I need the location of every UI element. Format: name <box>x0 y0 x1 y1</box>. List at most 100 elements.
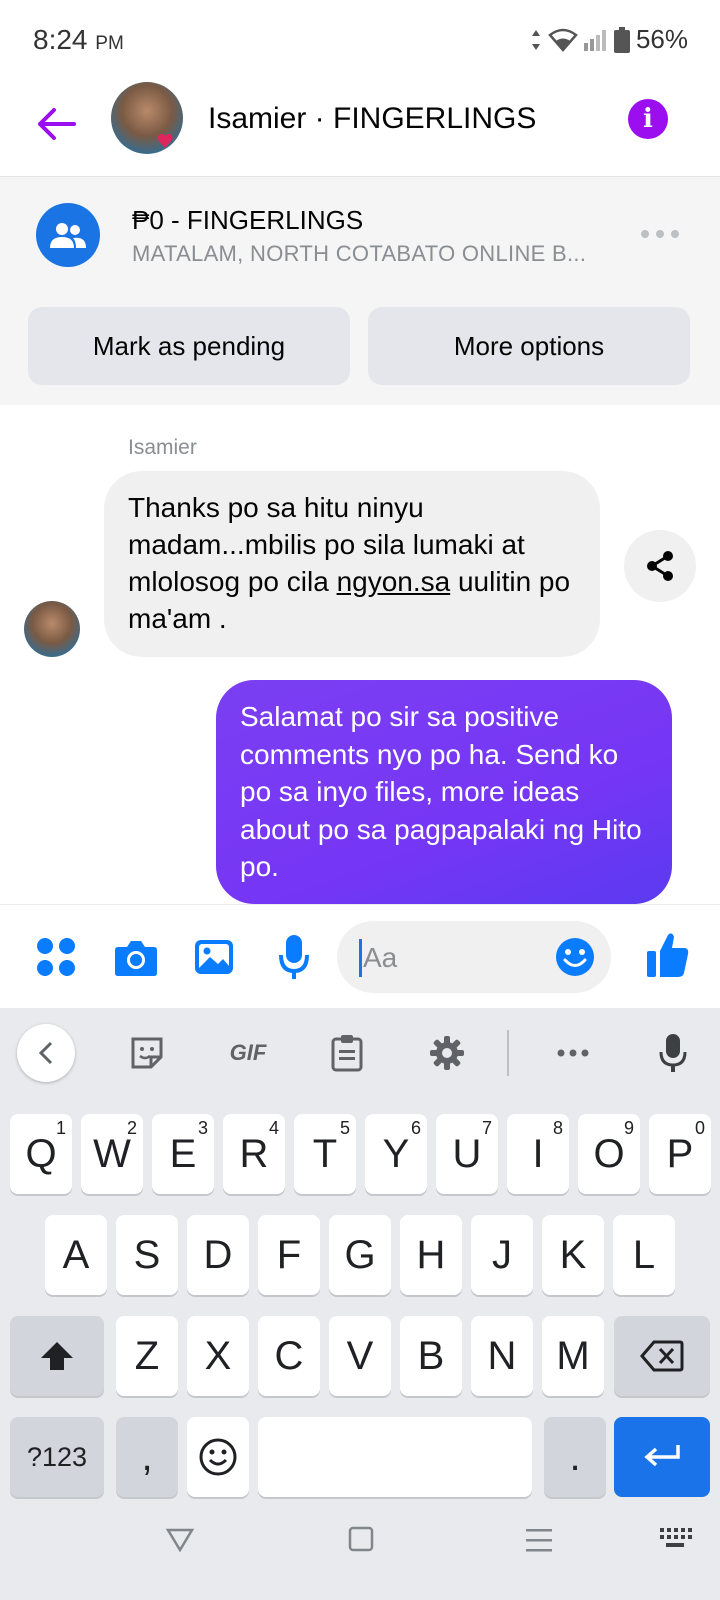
sender-avatar[interactable] <box>24 601 80 657</box>
chevron-left-icon <box>38 1041 53 1065</box>
listing-more-button[interactable] <box>640 227 680 239</box>
key-j[interactable]: J <box>471 1215 533 1295</box>
key-b[interactable]: B <box>400 1316 462 1396</box>
microphone-icon <box>279 935 309 979</box>
wifi-icon <box>548 28 578 52</box>
key-y[interactable]: Y6 <box>365 1114 427 1194</box>
share-icon <box>647 551 673 581</box>
key-k[interactable]: K <box>542 1215 604 1295</box>
recents-lines-icon <box>526 1529 552 1552</box>
keyboard-collapse-button[interactable] <box>17 1024 75 1082</box>
outgoing-message[interactable]: Salamat po sir sa positive comments nyo … <box>216 680 672 904</box>
like-button[interactable] <box>646 931 690 979</box>
key-x[interactable]: X <box>187 1316 249 1396</box>
mark-as-pending-button[interactable]: Mark as pending <box>28 307 350 385</box>
more-tools-button[interactable] <box>544 1024 602 1082</box>
share-button[interactable] <box>624 530 696 602</box>
key-m[interactable]: M <box>542 1316 604 1396</box>
key-s[interactable]: S <box>116 1215 178 1295</box>
key-e[interactable]: E3 <box>152 1114 214 1194</box>
triangle-back-icon <box>165 1528 195 1553</box>
emoji-key[interactable] <box>187 1417 249 1497</box>
nav-back-button[interactable] <box>165 1526 195 1554</box>
sticker-button[interactable] <box>118 1024 176 1082</box>
status-time: 8:24 PM <box>33 24 124 55</box>
key-o[interactable]: O9 <box>578 1114 640 1194</box>
cell-signal-icon <box>583 29 606 51</box>
comma-key[interactable]: , <box>116 1417 178 1497</box>
back-arrow-icon <box>38 108 76 140</box>
key-q[interactable]: Q1 <box>10 1114 72 1194</box>
message-input[interactable] <box>361 921 545 995</box>
camera-icon <box>115 941 157 976</box>
more-actions-button[interactable] <box>36 937 76 977</box>
key-t[interactable]: T5 <box>294 1114 356 1194</box>
nav-home-button[interactable] <box>348 1526 374 1552</box>
gif-button[interactable]: GIF <box>218 1024 278 1082</box>
key-r[interactable]: R4 <box>223 1114 285 1194</box>
apps-grid-icon <box>37 938 75 976</box>
people-icon <box>50 223 86 248</box>
marketplace-listing-panel: ₱0 - FINGERLINGS MATALAM, NORTH COTABATO… <box>0 177 720 405</box>
info-button[interactable]: i <box>628 99 668 139</box>
message-link[interactable]: ngyon.sa <box>337 566 451 597</box>
group-avatar <box>36 203 100 267</box>
toolbar-divider <box>507 1030 509 1076</box>
message-input-pill <box>337 921 611 995</box>
more-dots-icon <box>557 1049 589 1057</box>
key-a[interactable]: A <box>45 1215 107 1295</box>
more-dots-icon <box>641 230 679 238</box>
thumbs-up-icon <box>647 933 689 977</box>
clipboard-icon <box>331 1035 363 1072</box>
status-bar: 8:24 PM 56% <box>0 0 720 80</box>
key-w[interactable]: W2 <box>81 1114 143 1194</box>
key-p[interactable]: P0 <box>649 1114 711 1194</box>
key-h[interactable]: H <box>400 1215 462 1295</box>
key-c[interactable]: C <box>258 1316 320 1396</box>
backspace-key[interactable] <box>614 1316 710 1396</box>
shift-icon <box>41 1342 73 1370</box>
key-z[interactable]: Z <box>116 1316 178 1396</box>
key-i[interactable]: I8 <box>507 1114 569 1194</box>
incoming-message[interactable]: Thanks po sa hitu ninyu madam...mbilis p… <box>104 471 600 657</box>
more-options-button[interactable]: More options <box>368 307 690 385</box>
photo-icon <box>195 940 233 974</box>
voice-button[interactable] <box>278 933 310 981</box>
nav-keyboard-switch-button[interactable] <box>658 1526 692 1550</box>
system-nav-bar <box>0 1496 720 1600</box>
nav-recents-button[interactable] <box>526 1528 552 1552</box>
emoji-button[interactable] <box>555 937 595 977</box>
chat-title[interactable]: Isamier · FINGERLINGS <box>208 102 536 136</box>
settings-button[interactable] <box>418 1024 476 1082</box>
space-key[interactable] <box>258 1417 532 1497</box>
sticker-icon <box>131 1037 163 1069</box>
battery-percent: 56% <box>635 24 688 54</box>
heart-icon <box>157 133 173 148</box>
shift-key[interactable] <box>10 1316 104 1396</box>
emoji-icon <box>556 938 594 976</box>
message-composer <box>0 904 720 1007</box>
key-f[interactable]: F <box>258 1215 320 1295</box>
camera-button[interactable] <box>114 937 158 977</box>
key-d[interactable]: D <box>187 1215 249 1295</box>
key-v[interactable]: V <box>329 1316 391 1396</box>
microphone-icon <box>659 1034 687 1072</box>
keyboard-voice-button[interactable] <box>644 1024 702 1082</box>
listing-title[interactable]: ₱0 - FINGERLINGS <box>132 205 363 236</box>
period-key[interactable]: . <box>544 1417 606 1497</box>
key-l[interactable]: L <box>613 1215 675 1295</box>
info-icon: i <box>643 104 653 134</box>
clipboard-button[interactable] <box>318 1024 376 1082</box>
key-n[interactable]: N <box>471 1316 533 1396</box>
square-home-icon <box>348 1526 374 1552</box>
data-transfer-icon <box>531 29 540 50</box>
chat-header: Isamier · FINGERLINGS i <box>0 80 720 177</box>
gallery-button[interactable] <box>194 937 234 977</box>
listing-subtitle: MATALAM, NORTH COTABATO ONLINE B... <box>132 241 587 266</box>
back-button[interactable] <box>34 102 78 146</box>
key-u[interactable]: U7 <box>436 1114 498 1194</box>
enter-key[interactable] <box>614 1417 710 1497</box>
key-g[interactable]: G <box>329 1215 391 1295</box>
symbols-key[interactable]: ?123 <box>10 1417 104 1497</box>
gear-icon <box>430 1036 464 1070</box>
